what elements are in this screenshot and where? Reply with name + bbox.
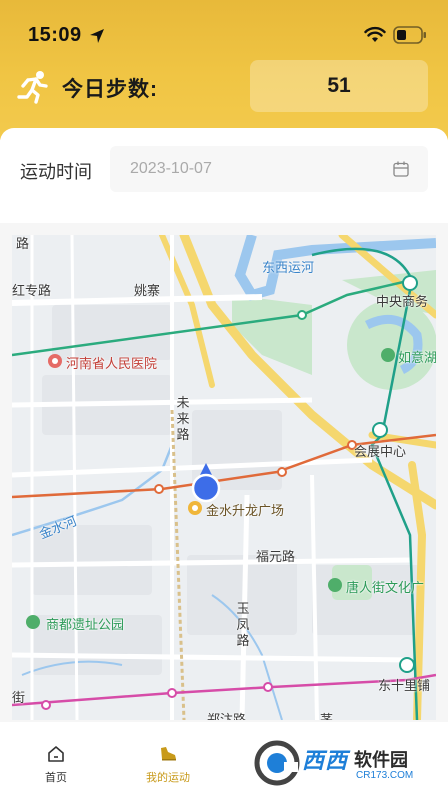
map-label-street: 街 bbox=[12, 690, 26, 705]
map-label-road: 路 bbox=[16, 236, 30, 251]
map-label-yaozhai: 姚寨 bbox=[134, 283, 161, 298]
map-label-cbd: 中央商务 bbox=[376, 294, 429, 309]
steps-value: 51 bbox=[250, 60, 428, 112]
map-label-fuyuan: 福元路 bbox=[256, 549, 296, 564]
date-picker-input[interactable]: 2023-10-07 bbox=[110, 146, 428, 192]
calendar-icon[interactable] bbox=[392, 160, 410, 178]
tab-home-label: 首页 bbox=[45, 772, 67, 784]
map-label-hospital: 河南省人民医院 bbox=[66, 356, 158, 371]
watermark-logo-icon bbox=[254, 740, 300, 786]
wifi-icon bbox=[364, 26, 386, 42]
map-label-yufeng: 玉凤路 bbox=[236, 601, 250, 648]
date-filter-card: 运动时间 2023-10-07 bbox=[0, 128, 448, 223]
tab-my-sport[interactable]: 我的运动 bbox=[138, 722, 198, 796]
location-arrow-icon bbox=[90, 29, 104, 43]
tab-home[interactable]: 首页 bbox=[26, 722, 86, 796]
map-label-zhengbian: 郑汴路 bbox=[207, 712, 247, 720]
map-label-hongzhuan: 红专路 bbox=[12, 283, 52, 298]
tab-my-sport-label: 我的运动 bbox=[146, 772, 190, 784]
watermark: 西西 软件园 CR173.COM bbox=[248, 738, 444, 790]
home-icon bbox=[48, 746, 64, 762]
watermark-brand: 西西 bbox=[302, 748, 349, 773]
header: 15:09 今日步数: 51 bbox=[0, 0, 448, 140]
route-map[interactable]: 路 红专路 姚寨 东西运河 中央商务 河南省人民医院 如意湖 未来路 会展中心 … bbox=[12, 235, 436, 720]
map-label-ruyi: 如意湖 bbox=[398, 350, 436, 365]
battery-icon bbox=[393, 26, 426, 44]
map-label-weilai: 未来路 bbox=[176, 395, 190, 442]
status-time: 15:09 bbox=[28, 24, 82, 46]
running-icon bbox=[17, 71, 48, 104]
status-bar: 15:09 bbox=[0, 0, 448, 60]
map-label-canal: 东西运河 bbox=[262, 260, 315, 275]
map-label-dongshili: 东十里铺 bbox=[378, 678, 431, 693]
sneaker-icon bbox=[161, 747, 176, 761]
map-canvas bbox=[12, 235, 436, 720]
map-label-huizhan: 会展中心 bbox=[354, 444, 407, 459]
map-label-partial: 茅 bbox=[320, 712, 334, 720]
watermark-url: CR173.COM bbox=[356, 770, 414, 781]
map-label-shangdu: 商都遗址公园 bbox=[46, 617, 125, 632]
watermark-name: 软件园 bbox=[354, 750, 408, 770]
map-label-shenglong: 金水升龙广场 bbox=[206, 503, 285, 518]
steps-label: 今日步数: bbox=[62, 78, 158, 101]
date-value: 2023-10-07 bbox=[130, 160, 212, 177]
sport-time-label: 运动时间 bbox=[20, 162, 92, 182]
map-label-tangren: 唐人街文化广 bbox=[346, 580, 425, 595]
